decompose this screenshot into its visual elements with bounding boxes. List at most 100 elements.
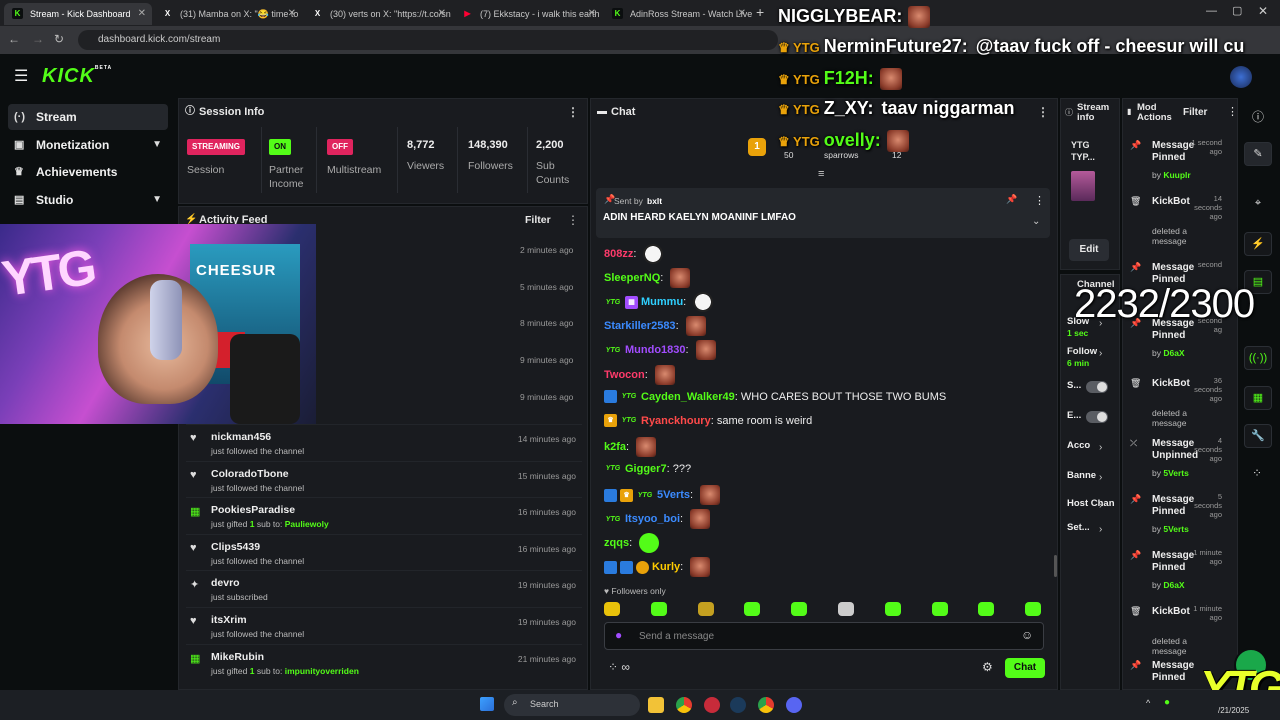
channel-setting-label[interactable]: Host Chan xyxy=(1067,498,1115,510)
sidebar-item-achievements[interactable]: ♛ Achievements xyxy=(8,159,168,185)
activity-username[interactable]: nickman456 xyxy=(211,431,271,443)
close-tab-icon[interactable]: ✕ xyxy=(288,3,296,25)
unpin-icon[interactable]: 📌 xyxy=(1006,194,1017,205)
new-tab-button[interactable]: + xyxy=(756,4,764,20)
storage-icon[interactable]: ▦ xyxy=(1244,386,1272,410)
app-icon[interactable] xyxy=(704,697,720,713)
activity-username[interactable]: Clips5439 xyxy=(211,541,260,553)
chat-username[interactable]: Kurly xyxy=(652,561,680,573)
kebab-menu-icon[interactable]: ⋮ xyxy=(1037,99,1049,125)
quick-emote-icon[interactable] xyxy=(884,602,901,616)
activity-username[interactable]: itsXrim xyxy=(211,614,247,626)
quick-emote-icon[interactable] xyxy=(838,602,854,616)
chat-username[interactable]: Cayden_Walker49 xyxy=(641,391,735,403)
steam-icon[interactable] xyxy=(730,697,746,713)
chat-settings-left-icon[interactable]: ⁘ ∞ xyxy=(608,660,630,674)
close-tab-icon[interactable]: ✕ xyxy=(588,3,596,25)
window-close-icon[interactable]: ✕ xyxy=(1258,4,1268,18)
tray-chevron-icon[interactable]: ^ xyxy=(1146,698,1150,708)
bolt-icon[interactable]: ⚡ xyxy=(1244,232,1272,256)
close-tab-icon[interactable]: ✕ xyxy=(738,3,746,25)
channel-setting-label[interactable]: Set... xyxy=(1067,522,1090,534)
channel-setting-label[interactable]: Banne xyxy=(1067,470,1096,482)
windows-start-icon[interactable] xyxy=(480,697,494,711)
kebab-menu-icon[interactable]: ⋮ xyxy=(567,99,579,125)
back-icon[interactable]: ← xyxy=(8,32,20,46)
sidebar-item-stream[interactable]: (·) Stream xyxy=(8,104,168,130)
user-avatar[interactable] xyxy=(1230,66,1252,88)
chrome-icon[interactable] xyxy=(758,697,774,713)
forward-icon[interactable]: → xyxy=(32,32,44,46)
activity-username[interactable]: MikeRubin xyxy=(211,651,264,663)
chevron-right-icon[interactable]: › xyxy=(1099,348,1102,359)
gear-icon[interactable]: ⚙ xyxy=(982,660,993,674)
kebab-menu-icon[interactable]: ⋮ xyxy=(1227,105,1238,118)
quick-emote-icon[interactable] xyxy=(791,602,808,616)
discord-icon[interactable] xyxy=(786,697,802,713)
kebab-menu-icon[interactable]: ⋮ xyxy=(1034,194,1045,207)
reload-icon[interactable]: ↻ xyxy=(54,32,64,46)
edit-button[interactable]: Edit xyxy=(1069,239,1109,261)
gift-recipient[interactable]: Pauliewoly xyxy=(285,519,329,529)
activity-username[interactable]: devro xyxy=(211,577,240,589)
edit-icon[interactable]: ✎ xyxy=(1244,142,1272,166)
chevron-right-icon[interactable]: › xyxy=(1099,500,1102,511)
chat-username[interactable]: 808zz xyxy=(604,248,633,260)
close-tab-icon[interactable]: ✕ xyxy=(138,3,146,25)
microphone-icon[interactable]: ● xyxy=(615,628,622,642)
focus-icon[interactable]: ⌖ xyxy=(1244,192,1272,216)
mod-user[interactable]: Kuuplr xyxy=(1163,170,1190,180)
chat-username[interactable]: Twocon xyxy=(604,368,645,380)
chevron-right-icon[interactable]: › xyxy=(1099,442,1102,453)
chat-username[interactable]: Mummu xyxy=(641,296,683,308)
file-explorer-icon[interactable] xyxy=(648,697,664,713)
chrome-icon[interactable] xyxy=(676,697,692,713)
browser-tab[interactable]: ▶ (7) Ekkstacy - i walk this earth a ✕ xyxy=(454,3,602,25)
browser-tab[interactable]: K Stream - Kick Dashboard ✕ xyxy=(4,3,152,25)
quick-emote-icon[interactable] xyxy=(1025,602,1042,616)
chat-username[interactable]: 5Verts xyxy=(657,489,690,501)
browser-tab[interactable]: X (30) verts on X: "https://t.co/sn ✕ xyxy=(304,3,452,25)
chat-username[interactable]: Itsyoo_boi xyxy=(625,513,680,525)
toggle-switch[interactable] xyxy=(1086,411,1108,423)
mod-user[interactable]: 5Verts xyxy=(1163,524,1189,534)
info-icon[interactable]: ⓘ xyxy=(1252,108,1264,125)
quick-emote-icon[interactable] xyxy=(931,602,948,616)
chat-collapse-icon[interactable]: ≡ xyxy=(818,168,824,180)
chat-username[interactable]: Mundo1830 xyxy=(625,344,686,356)
gift-recipient[interactable]: impunityoverriden xyxy=(285,666,359,676)
kebab-menu-icon[interactable]: ⋮ xyxy=(567,213,579,227)
broadcast-icon[interactable]: ((·)) xyxy=(1244,346,1272,370)
chat-username[interactable]: k2fa xyxy=(604,441,626,453)
drag-handle-icon[interactable]: ⁘ xyxy=(1252,466,1262,480)
quick-emote-icon[interactable] xyxy=(604,602,620,616)
channel-setting-label[interactable]: S... xyxy=(1067,380,1081,392)
send-chat-button[interactable]: Chat xyxy=(1005,658,1045,678)
channel-setting-label[interactable]: Follow xyxy=(1067,346,1097,358)
browser-tab[interactable]: K AdinRoss Stream - Watch Live o ✕ xyxy=(604,3,752,25)
mod-user[interactable]: 5Verts xyxy=(1163,468,1189,478)
maximize-icon[interactable]: ▢ xyxy=(1232,4,1242,17)
chevron-down-icon[interactable]: ⌄ xyxy=(1032,216,1040,227)
close-tab-icon[interactable]: ✕ xyxy=(438,3,446,25)
chat-scrollbar[interactable] xyxy=(1054,555,1057,577)
mod-user[interactable]: D6aX xyxy=(1163,580,1184,590)
chat-username[interactable]: Gigger7 xyxy=(625,463,667,475)
sidebar-item-studio[interactable]: ▤ Studio ▼ xyxy=(8,187,168,213)
emoji-icon[interactable]: ☺ xyxy=(1021,628,1033,642)
quick-emote-icon[interactable] xyxy=(744,602,761,616)
chat-username[interactable]: Ryanckhoury xyxy=(641,415,711,427)
chat-username[interactable]: zqqs xyxy=(604,537,629,549)
wrench-icon[interactable]: 🔧 xyxy=(1244,424,1272,448)
activity-filter-button[interactable]: Filter xyxy=(525,214,551,226)
quick-emote-icon[interactable] xyxy=(978,602,995,616)
mod-user[interactable]: D6aX xyxy=(1163,348,1184,358)
quick-emote-icon[interactable] xyxy=(650,602,667,616)
taskbar-search[interactable]: ⌕ Search xyxy=(504,694,640,716)
activity-username[interactable]: ColoradoTbone xyxy=(211,468,289,480)
mod-actions-filter[interactable]: Filter xyxy=(1183,107,1207,118)
toggle-switch[interactable] xyxy=(1086,381,1108,393)
sidebar-item-monetization[interactable]: ▣ Monetization ▼ xyxy=(8,132,168,158)
chat-username[interactable]: Starkiller2583 xyxy=(604,320,676,332)
quick-emote-icon[interactable] xyxy=(697,602,714,616)
